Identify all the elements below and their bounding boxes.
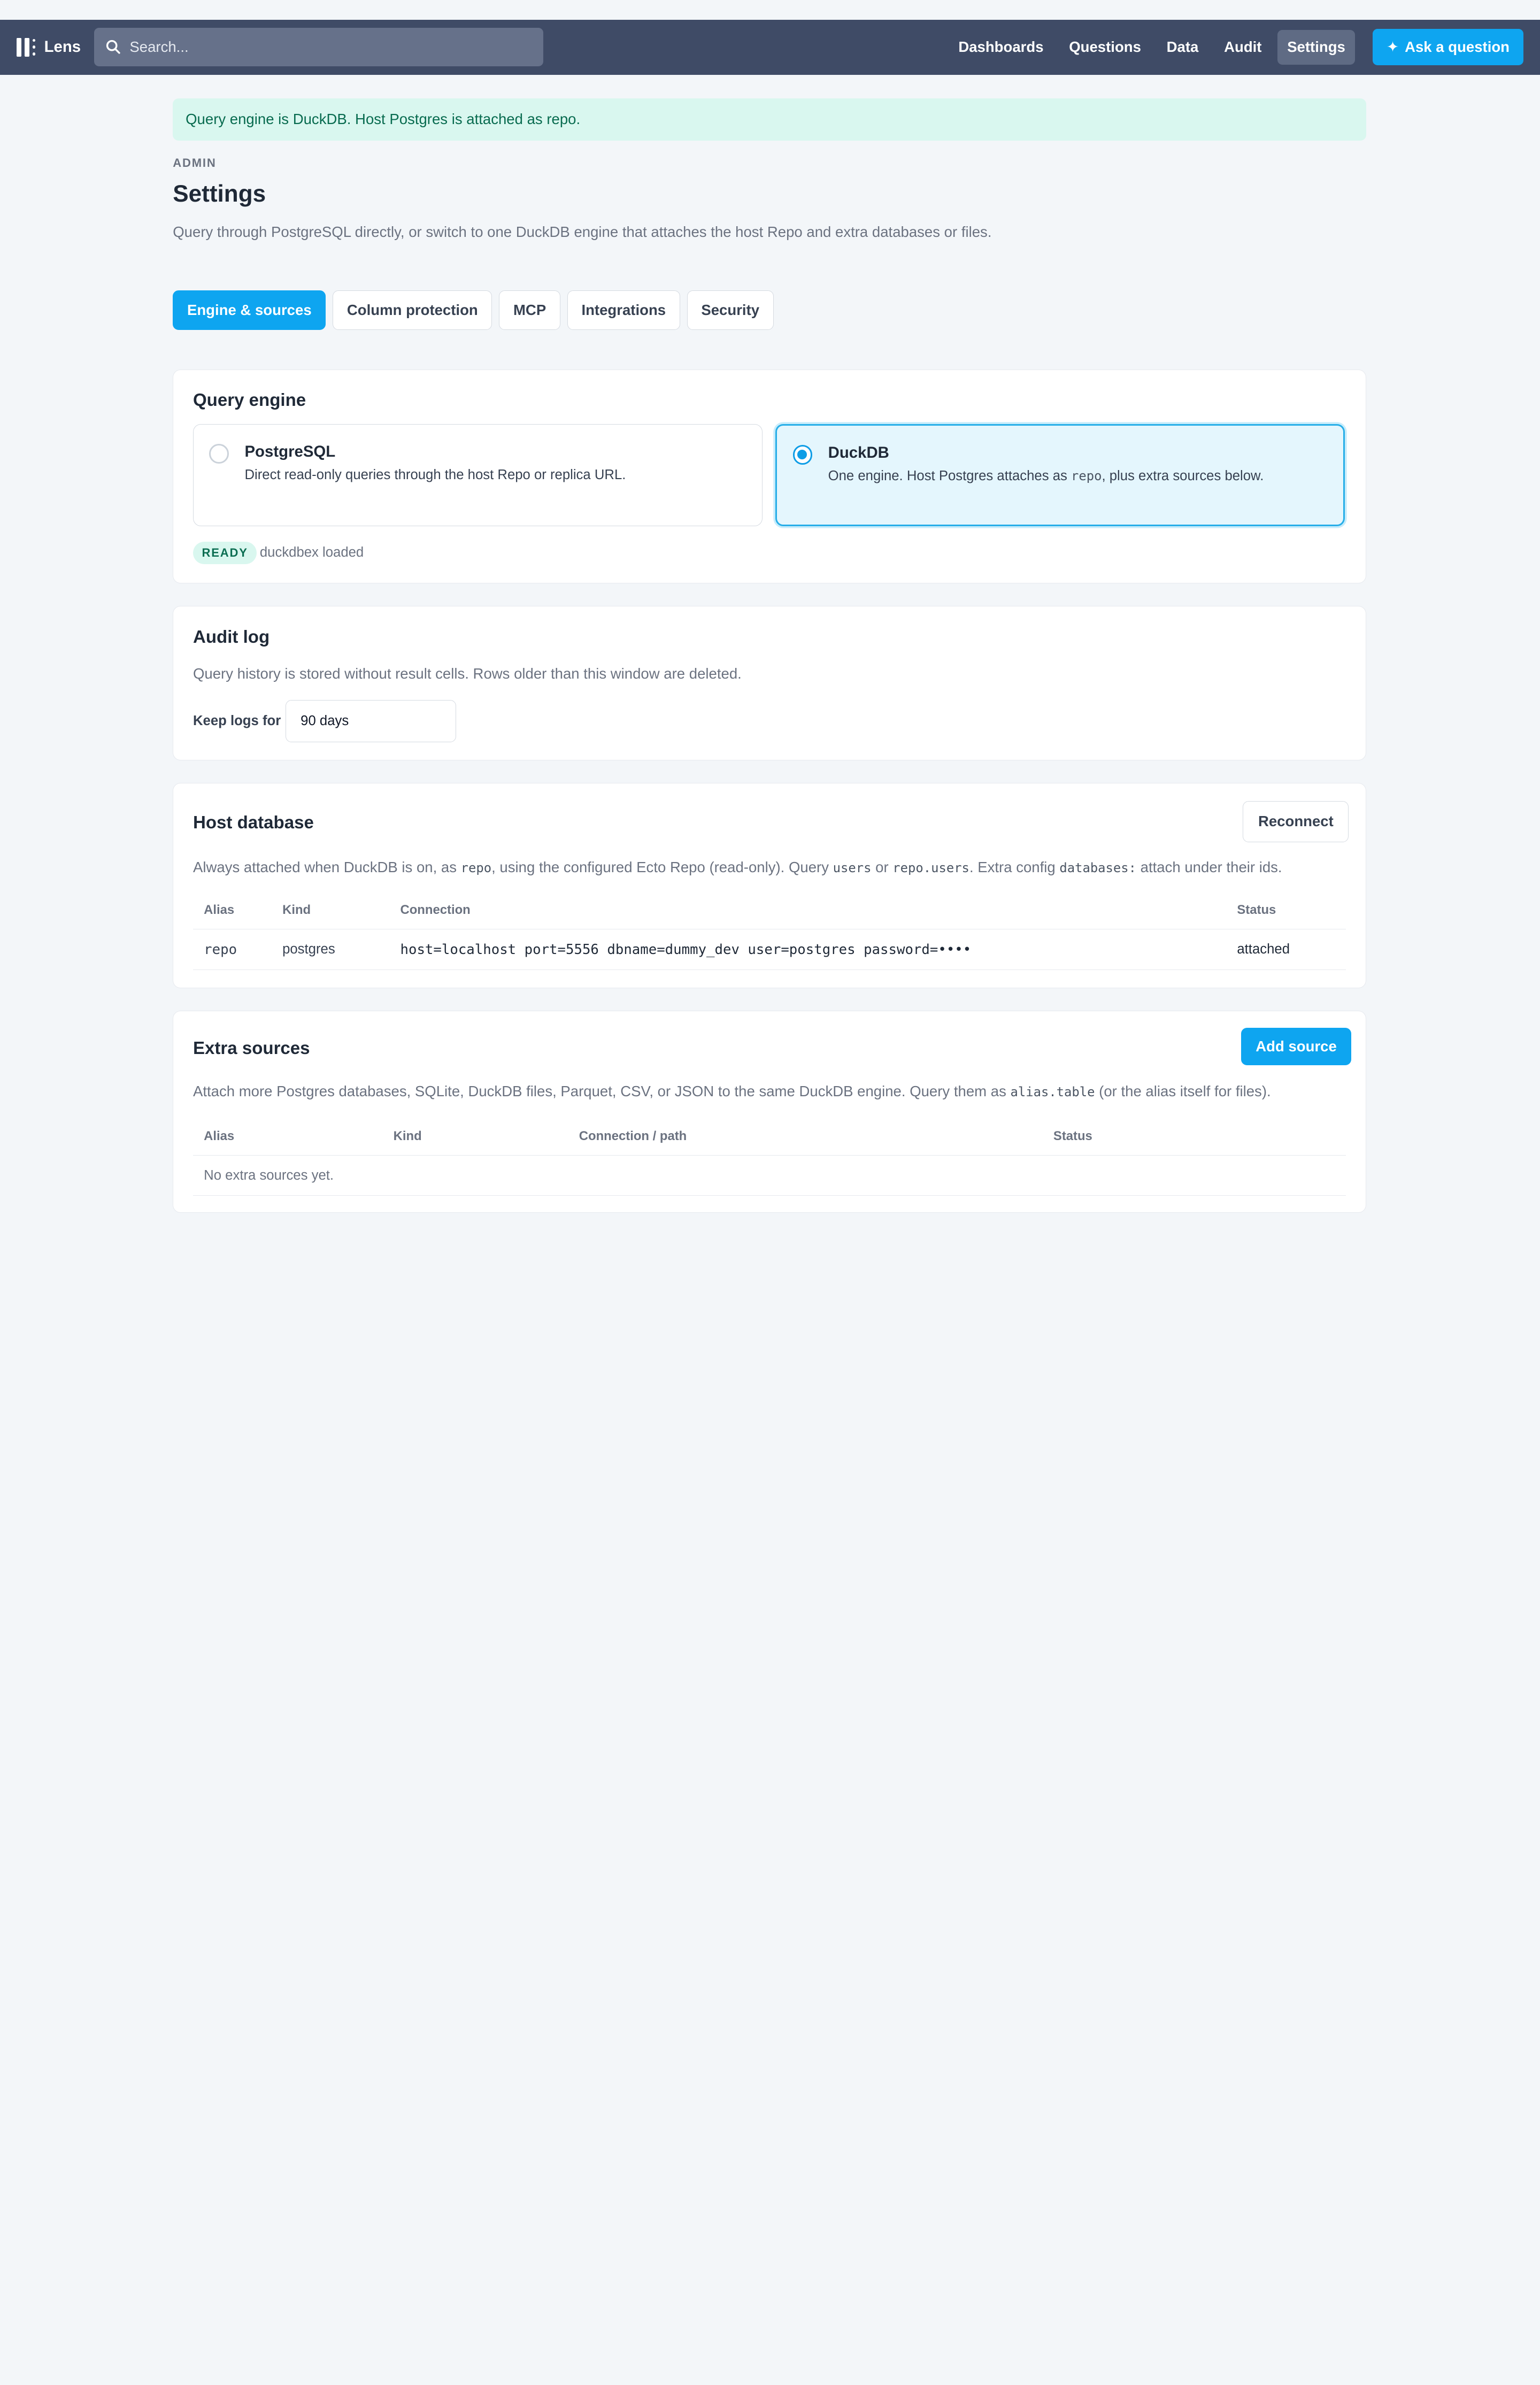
app-name: Lens bbox=[44, 38, 81, 56]
row-status: attached bbox=[1237, 942, 1290, 957]
nav-questions[interactable]: Questions bbox=[1059, 30, 1151, 65]
row-alias: repo bbox=[204, 941, 237, 958]
tab-engine-sources[interactable]: Engine & sources bbox=[173, 290, 326, 330]
keep-logs-label: Keep logs for bbox=[192, 713, 281, 729]
row-kind: postgres bbox=[282, 942, 335, 957]
banner-text: Query engine is DuckDB. Host Postgres is… bbox=[186, 111, 581, 128]
column-header-kind: Kind bbox=[282, 903, 311, 918]
host-database-card: Host database Reconnect Always attached … bbox=[173, 782, 1366, 988]
ask-question-button[interactable]: ✦ Ask a question bbox=[1373, 29, 1523, 66]
engine-status-note: duckdbex loaded bbox=[259, 544, 364, 560]
table-header-row: Alias Kind Connection Status bbox=[192, 891, 1346, 930]
tab-column-protection[interactable]: Column protection bbox=[333, 290, 492, 330]
extra-sources-description: Attach more Postgres databases, SQLite, … bbox=[192, 1083, 1271, 1100]
host-database-title: Host database bbox=[192, 812, 314, 833]
nav-audit[interactable]: Audit bbox=[1214, 30, 1272, 65]
page-title: Settings bbox=[173, 181, 266, 207]
keep-logs-input[interactable] bbox=[285, 699, 457, 742]
sparkle-icon: ✦ bbox=[1386, 39, 1399, 56]
settings-tabs: Engine & sources Column protection MCP I… bbox=[173, 290, 1366, 330]
postgresql-radio[interactable] bbox=[209, 444, 229, 464]
table-row: repo postgres host=localhost port=5556 d… bbox=[192, 929, 1346, 970]
engine-status-badge: READY bbox=[192, 542, 257, 565]
row-connection: host=localhost port=5556 dbname=dummy_de… bbox=[400, 941, 972, 958]
nav-data[interactable]: Data bbox=[1157, 30, 1208, 65]
search-placeholder: Search... bbox=[129, 39, 189, 56]
column-header-status: Status bbox=[1053, 1128, 1092, 1143]
audit-log-title: Audit log bbox=[192, 627, 270, 647]
reconnect-button[interactable]: Reconnect bbox=[1243, 801, 1349, 843]
page: Lens Search... Dashboards Questions Data… bbox=[0, 0, 1540, 1298]
empty-state-row: No extra sources yet. bbox=[192, 1156, 1346, 1196]
top-navbar: Lens Search... Dashboards Questions Data… bbox=[0, 19, 1540, 75]
query-engine-title: Query engine bbox=[192, 390, 306, 411]
column-header-kind: Kind bbox=[393, 1128, 422, 1143]
duckdb-option-desc: One engine. Host Postgres attaches as re… bbox=[828, 468, 1264, 484]
query-engine-card: Query engine PostgreSQL Direct read-only… bbox=[173, 369, 1366, 583]
host-database-table: Alias Kind Connection Status repo postgr… bbox=[192, 891, 1346, 970]
app-logo[interactable]: Lens bbox=[17, 37, 94, 57]
tab-security[interactable]: Security bbox=[687, 290, 774, 330]
extra-sources-card: Extra sources Add source Attach more Pos… bbox=[173, 1010, 1366, 1213]
engine-status-banner: Query engine is DuckDB. Host Postgres is… bbox=[173, 98, 1366, 141]
column-header-connection-path: Connection / path bbox=[579, 1128, 687, 1143]
nav-settings[interactable]: Settings bbox=[1277, 29, 1356, 65]
postgresql-option-title: PostgreSQL bbox=[244, 443, 336, 461]
main-content: Query engine is DuckDB. Host Postgres is… bbox=[173, 98, 1366, 1213]
host-database-description: Always attached when DuckDB is on, as re… bbox=[192, 859, 1282, 876]
tab-integrations[interactable]: Integrations bbox=[567, 290, 680, 330]
extra-sources-table: Alias Kind Connection / path Status No e… bbox=[192, 1117, 1346, 1196]
table-header-row: Alias Kind Connection / path Status bbox=[192, 1117, 1346, 1156]
engine-option-duckdb[interactable]: DuckDB One engine. Host Postgres attache… bbox=[775, 424, 1345, 526]
empty-state-text: No extra sources yet. bbox=[204, 1167, 334, 1183]
tab-mcp[interactable]: MCP bbox=[499, 290, 560, 330]
ask-question-label: Ask a question bbox=[1405, 39, 1510, 56]
page-eyebrow: ADMIN bbox=[173, 156, 217, 170]
lens-logo-icon bbox=[17, 37, 36, 57]
column-header-alias: Alias bbox=[204, 903, 235, 918]
column-header-alias: Alias bbox=[204, 1128, 235, 1143]
search-input[interactable]: Search... bbox=[94, 28, 543, 66]
column-header-connection: Connection bbox=[400, 903, 471, 918]
duckdb-radio[interactable] bbox=[792, 445, 813, 465]
extra-sources-title: Extra sources bbox=[192, 1038, 310, 1059]
search-icon bbox=[106, 40, 121, 55]
postgresql-option-desc: Direct read-only queries through the hos… bbox=[244, 467, 626, 483]
column-header-status: Status bbox=[1237, 903, 1276, 918]
page-description: Query through PostgreSQL directly, or sw… bbox=[173, 223, 992, 240]
nav-dashboards[interactable]: Dashboards bbox=[949, 30, 1053, 65]
duckdb-option-title: DuckDB bbox=[828, 444, 889, 462]
audit-log-description: Query history is stored without result c… bbox=[192, 665, 742, 682]
add-source-button[interactable]: Add source bbox=[1241, 1028, 1352, 1065]
main-nav: Dashboards Questions Data Audit Settings… bbox=[945, 29, 1523, 66]
audit-log-card: Audit log Query history is stored withou… bbox=[173, 606, 1366, 760]
engine-option-postgresql[interactable]: PostgreSQL Direct read-only queries thro… bbox=[192, 424, 763, 526]
